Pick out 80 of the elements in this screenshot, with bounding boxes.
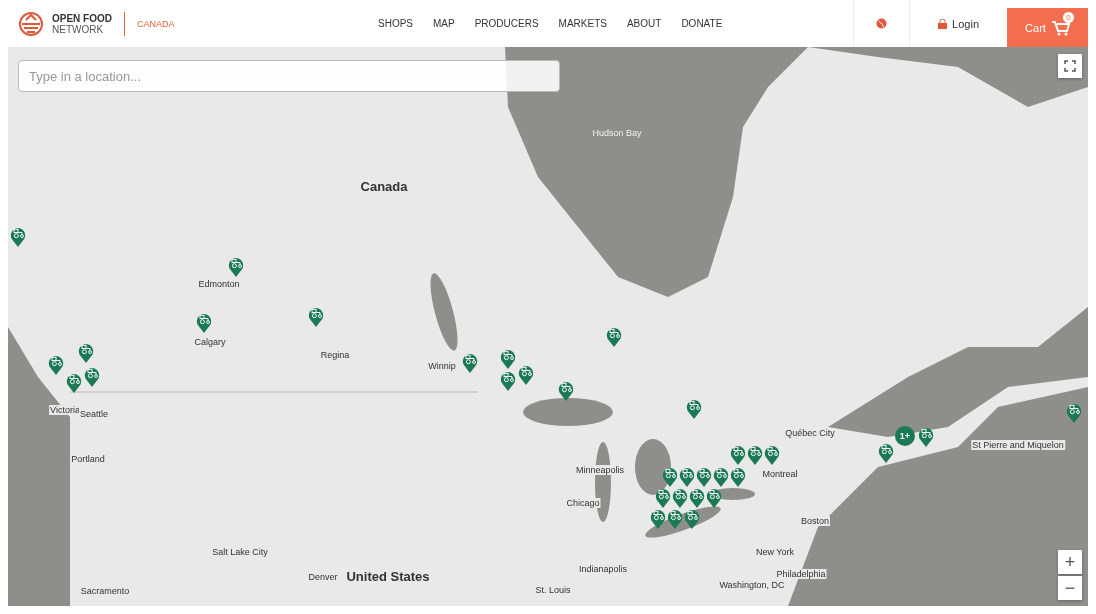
map-pin-icon[interactable] (878, 442, 894, 463)
map-pin-icon[interactable] (500, 348, 516, 369)
region-label: CANADA (137, 18, 175, 29)
country-label: Canada (359, 178, 409, 194)
map-pin-icon[interactable] (650, 508, 666, 529)
map-pin-icon[interactable] (84, 366, 100, 387)
lake-shape (635, 439, 671, 495)
city-label: Boston (800, 516, 830, 526)
map-pin-icon[interactable] (308, 306, 324, 327)
city-label: Indianapolis (578, 564, 628, 574)
fullscreen-icon (1064, 60, 1076, 72)
city-label: Salt Lake City (211, 547, 269, 557)
cluster-marker[interactable]: 1+ (895, 426, 915, 446)
country-label: United States (345, 568, 431, 584)
map-pin-icon[interactable] (696, 466, 712, 487)
city-label: Seattle (79, 409, 109, 419)
map-pin-icon[interactable] (713, 466, 729, 487)
map-pin-icon[interactable] (1066, 402, 1082, 423)
city-label: Portland (70, 454, 106, 464)
logo-subtext: NETWORK (52, 23, 105, 35)
city-label: Winnip (427, 361, 457, 371)
map-pin-icon[interactable] (667, 508, 683, 529)
map-pin-icon[interactable] (606, 326, 622, 347)
map-pin-icon[interactable] (918, 426, 934, 447)
city-label: Denver (307, 572, 339, 582)
city-label: New York (755, 547, 795, 557)
map-pin-icon[interactable] (48, 354, 64, 375)
map-pin-icon[interactable] (500, 370, 516, 391)
map-pin-icon[interactable] (679, 466, 695, 487)
city-label: Edmonton (197, 279, 241, 289)
nav-link[interactable]: MAP (433, 18, 455, 29)
city-label: Minneapolis (575, 465, 625, 475)
map-pin-icon[interactable] (747, 444, 763, 465)
cart-icon (1051, 20, 1070, 36)
zoom-out-button[interactable]: − (1058, 576, 1082, 600)
map-pin-icon[interactable] (655, 487, 671, 508)
map-pin-icon[interactable] (78, 342, 94, 363)
map-pin-icon[interactable] (196, 312, 212, 333)
city-label: Sacramento (79, 586, 131, 596)
city-label: Chicago (565, 498, 601, 508)
city-label: Washington, DC (718, 580, 786, 590)
map-pin-icon[interactable] (462, 352, 478, 373)
map-pin-icon[interactable] (730, 466, 746, 487)
cart-count-badge: 0 (1063, 12, 1074, 23)
map-pin-icon[interactable] (662, 466, 678, 487)
nav-link[interactable]: PRODUCERS (474, 18, 539, 29)
location-search-field[interactable]: Type in a location... (18, 60, 560, 92)
map-pin-icon[interactable] (228, 256, 244, 277)
globe-icon[interactable] (876, 18, 888, 29)
city-label: Calgary (193, 337, 227, 347)
nav-link[interactable]: ABOUT (626, 18, 662, 29)
basket-logo-icon (18, 10, 44, 37)
login-button[interactable]: Login (932, 16, 985, 31)
nav-link[interactable]: SHOPS (378, 18, 413, 29)
nav-link[interactable]: DONATE (681, 18, 723, 29)
map-pin-icon[interactable] (684, 508, 700, 529)
map-pin-icon[interactable] (706, 487, 722, 508)
zoom-in-button[interactable]: + (1058, 550, 1082, 574)
map-pin-icon[interactable] (518, 364, 534, 385)
city-label: Montreal (761, 469, 799, 479)
logo-text: OPEN FOOD (52, 12, 112, 24)
map-pin-icon[interactable] (672, 487, 688, 508)
map-pin-icon[interactable] (66, 372, 82, 393)
map-pin-icon[interactable] (558, 380, 574, 401)
city-label: Regina (319, 350, 351, 360)
city-label: St Pierre and Miquelon (971, 440, 1065, 450)
lock-icon (938, 18, 948, 29)
map[interactable] (8, 47, 1088, 606)
city-label: Victoria (49, 405, 81, 415)
fullscreen-button[interactable] (1058, 54, 1082, 78)
city-label: St. Louis (534, 585, 572, 595)
map-pin-icon[interactable] (10, 226, 26, 247)
map-pin-icon[interactable] (686, 398, 702, 419)
city-label: Québec City (784, 428, 836, 438)
nav-link[interactable]: MARKETS (558, 18, 607, 29)
map-pin-icon[interactable] (764, 444, 780, 465)
water-label: Hudson Bay (591, 128, 643, 138)
map-pin-icon[interactable] (689, 487, 705, 508)
city-label: Philadelphia (775, 569, 827, 579)
map-pin-icon[interactable] (730, 444, 746, 465)
